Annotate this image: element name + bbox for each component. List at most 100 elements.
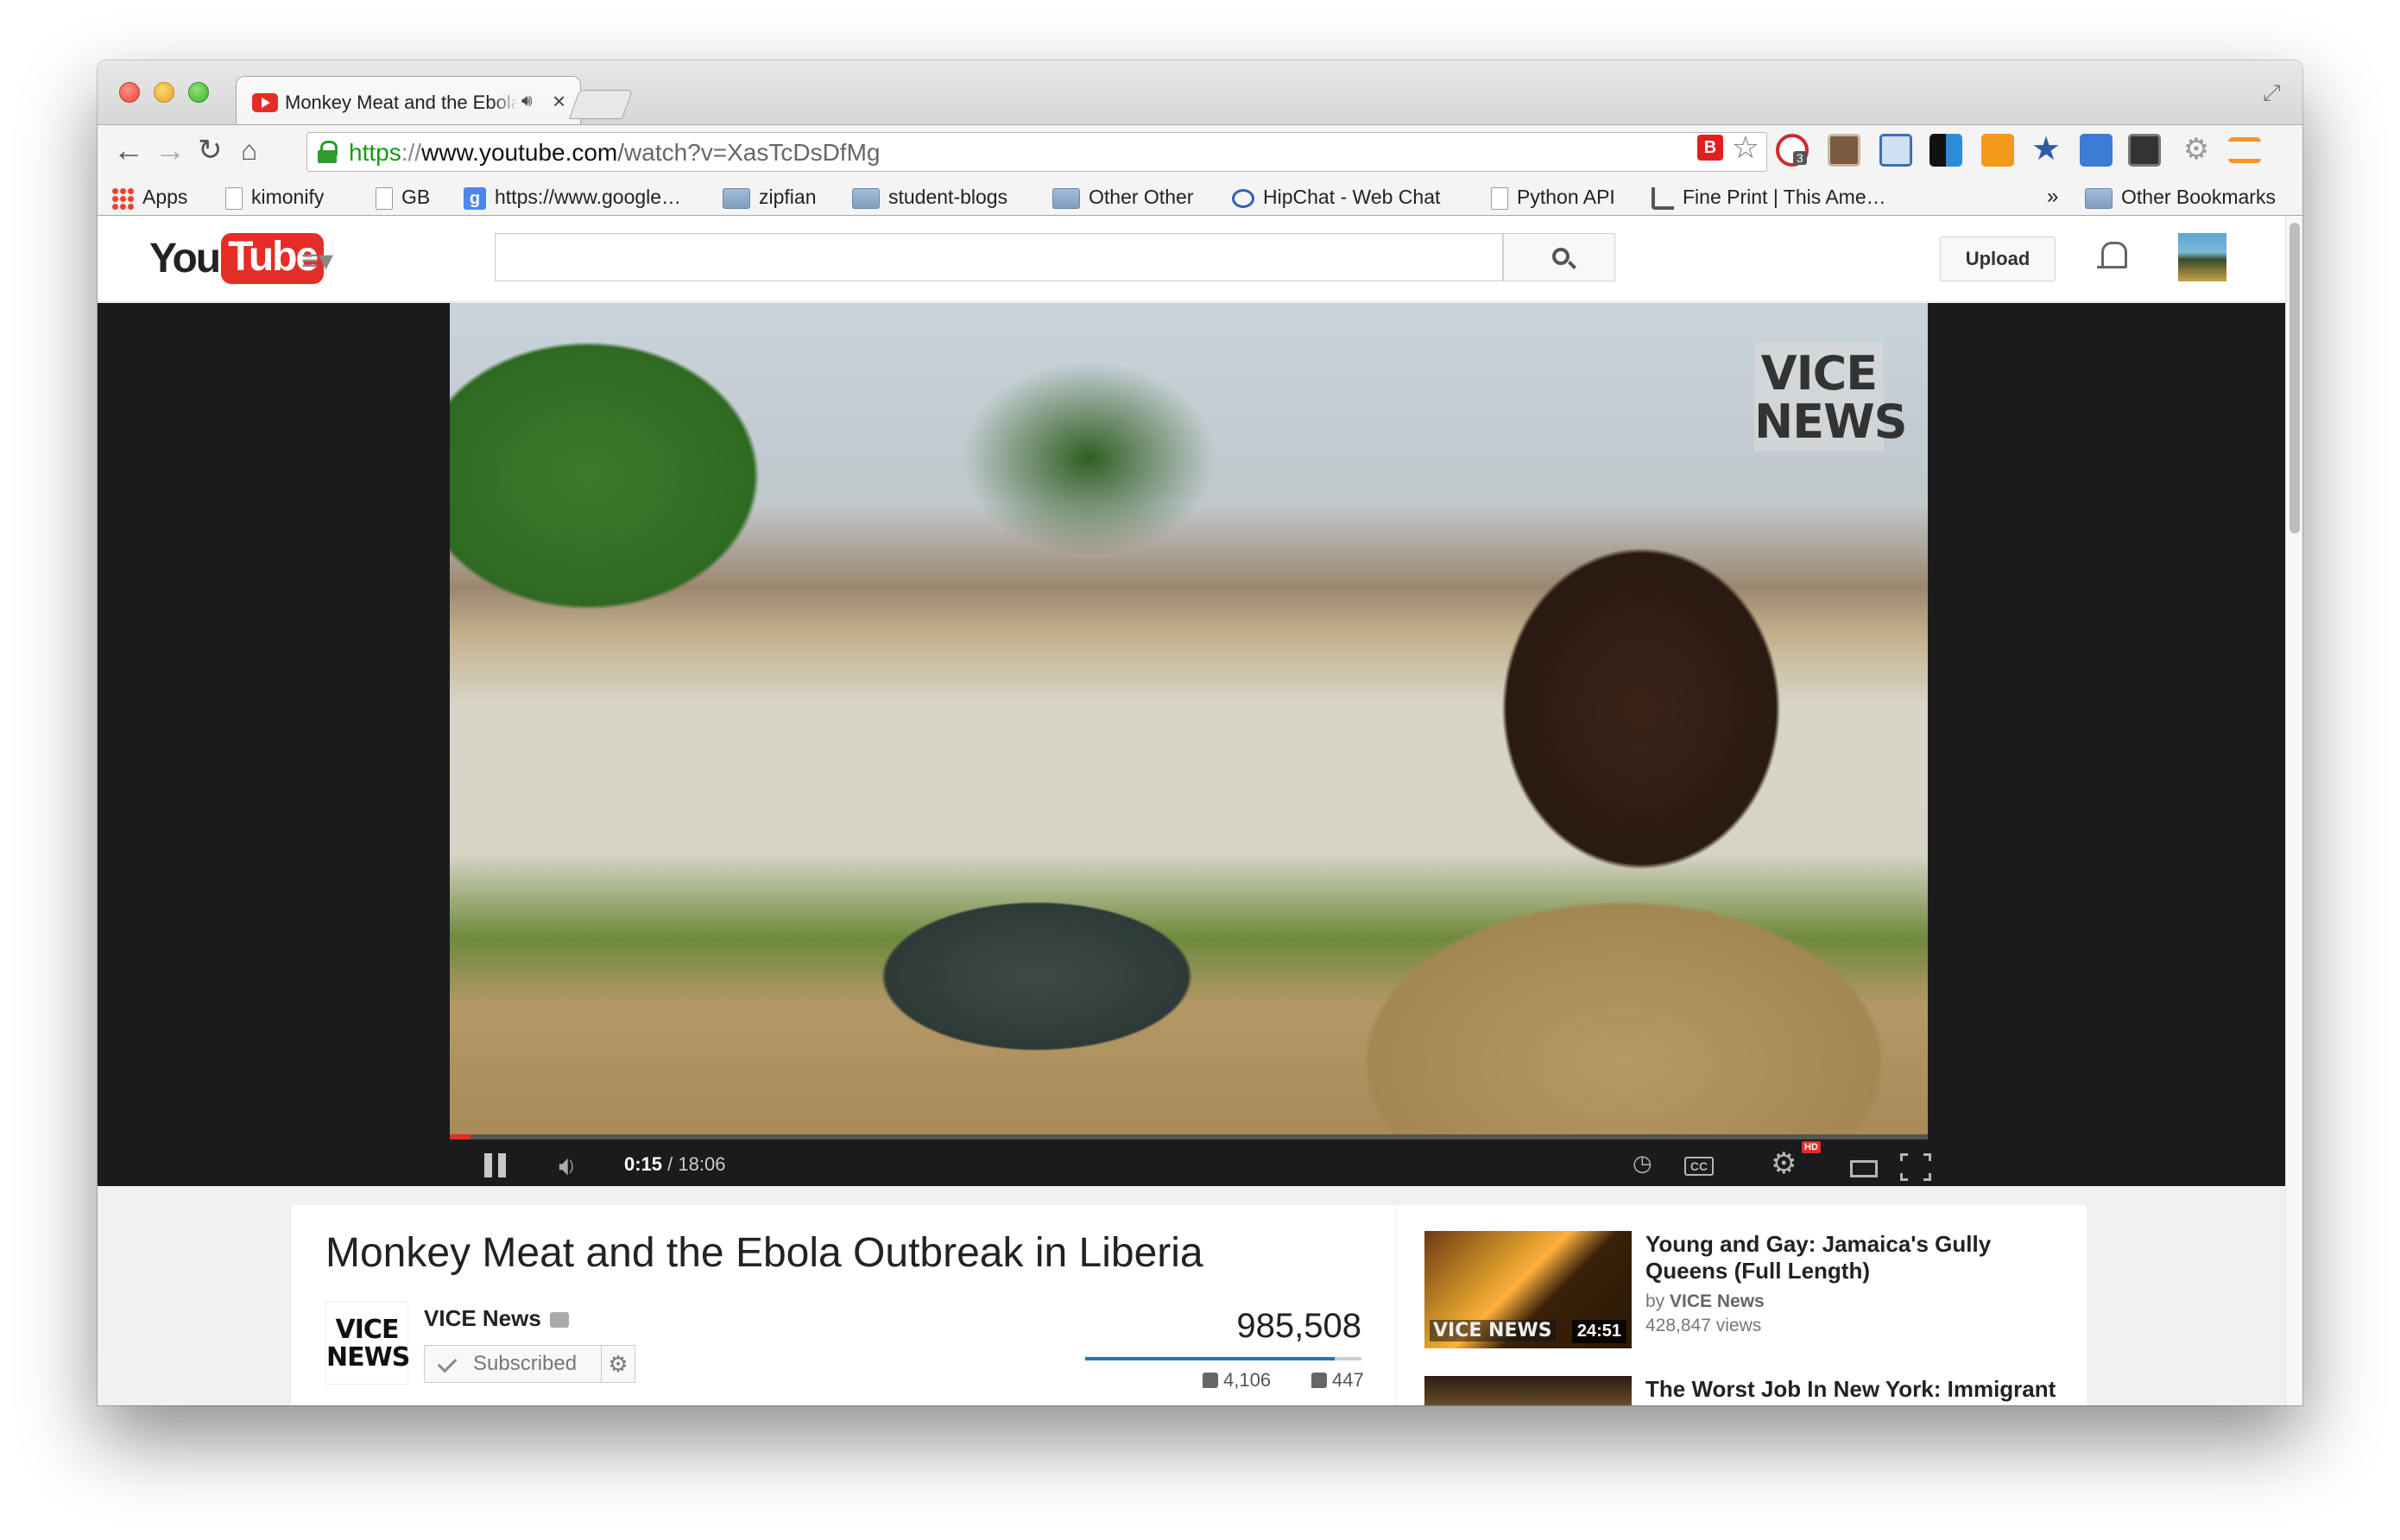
lock-icon [318, 141, 338, 163]
subscribe-label: Subscribed [473, 1352, 578, 1375]
youtube-logo[interactable]: You Tube [149, 233, 325, 284]
address-bar[interactable]: https://www.youtube.com/watch?v=XasTcDsD… [306, 129, 1767, 172]
bookmark-label: student-blogs [888, 186, 1008, 208]
search-input[interactable] [495, 233, 1503, 281]
bookmarks-bar: Apps kimonify GB g https://www.google… zi… [98, 176, 2302, 216]
wikipedia-icon[interactable] [2128, 134, 2161, 167]
star-extension-icon[interactable]: ★ [2030, 133, 2062, 167]
bookmark-label: kimonify [251, 186, 325, 208]
avatar[interactable] [2178, 233, 2226, 281]
pause-icon[interactable] [484, 1153, 507, 1177]
related-video-item[interactable]: VICE NEWS 24:51 Young and Gay: Jamaica's… [1424, 1231, 2063, 1352]
channel-logo-line: NEWS [326, 1342, 410, 1373]
channel-name[interactable]: VICE News [424, 1305, 569, 1332]
like-button[interactable]: 4,106 [1203, 1369, 1271, 1392]
settings-gear-icon[interactable]: ⚙ [1771, 1146, 1797, 1181]
tab-close-icon[interactable]: × [553, 88, 565, 115]
search-icon [1552, 248, 1569, 265]
zoom-window-button[interactable] [188, 82, 209, 103]
web-page: You Tube ≡▾ Upload VICE NEWS 🔉︎ 0:15 / 18:… [98, 216, 2285, 1405]
bookmark-kimonify[interactable]: kimonify [225, 184, 324, 210]
speaker-icon: 🔊︎ [521, 92, 533, 110]
watch-later-clock-icon[interactable]: ◷ [1633, 1150, 1652, 1177]
chrome-menu-icon[interactable] [2228, 137, 2261, 163]
rss-icon [1652, 186, 1674, 210]
bookmark-other-other[interactable]: Other Other [1052, 184, 1193, 210]
page-icon [225, 186, 243, 210]
video-frame[interactable]: VICE NEWS [450, 303, 1928, 1139]
video-thumbnail[interactable] [1424, 1376, 1632, 1405]
like-count: 4,106 [1223, 1369, 1272, 1391]
bookmark-zipfian[interactable]: zipfian [723, 184, 816, 210]
volume-icon[interactable]: 🔉︎ [559, 1150, 576, 1183]
bookmark-student-blogs[interactable]: student-blogs [852, 184, 1007, 210]
video-thumbnail[interactable]: VICE NEWS 24:51 [1424, 1231, 1632, 1348]
channel-link[interactable]: VICE News [1670, 1291, 1765, 1311]
calendar-icon[interactable] [2080, 134, 2113, 167]
url-text: https://www.youtube.com/watch?v=XasTcDsD… [349, 139, 881, 166]
reload-icon[interactable]: ↻ [198, 134, 223, 167]
related-video-item[interactable]: The Worst Job In New York: Immigrant [1424, 1376, 2063, 1405]
thumbs-up-icon [1203, 1373, 1218, 1388]
progress-bar[interactable] [450, 1134, 1928, 1139]
forward-arrow-icon[interactable]: → [155, 134, 186, 167]
close-window-button[interactable] [119, 82, 140, 103]
channel-logo[interactable]: VICE NEWS [325, 1302, 410, 1385]
bookmark-python-api[interactable]: Python API [1491, 184, 1615, 210]
video-title: Monkey Meat and the Ebola Outbreak in Li… [325, 1230, 1203, 1276]
player-controls: 🔉︎ 0:15 / 18:06 ◷ CC ⚙ HD [450, 1134, 1932, 1186]
logo-text-you: You [149, 236, 221, 281]
fullscreen-expand-icon[interactable]: ⤢ [2263, 79, 2287, 105]
browser-toolbar: ← → ↻ ⌂ https://www.youtube.com/watch?v=… [98, 124, 2302, 176]
bookmark-label: Other Other [1089, 186, 1194, 208]
channel-logo-line: VICE [335, 1315, 400, 1345]
channel-name-text: VICE News [424, 1305, 541, 1331]
gear-extension-icon[interactable]: ⚙ [2180, 134, 2213, 167]
delicious-icon[interactable] [1929, 134, 1962, 167]
bookmark-label: Python API [1517, 186, 1615, 208]
chat-icon [1232, 188, 1254, 208]
dislike-count: 447 [1332, 1369, 1364, 1391]
folder-icon [852, 187, 880, 209]
dislike-button[interactable]: 447 [1311, 1369, 1364, 1392]
browser-tab[interactable]: Monkey Meat and the Ebola Outbreak in Li… [236, 76, 581, 126]
amazon-icon[interactable] [1981, 134, 2014, 167]
pocket-star-icon[interactable] [1879, 134, 1912, 167]
bookmark-other-bookmarks[interactable]: Other Bookmarks [2085, 184, 2276, 210]
scrollbar-thumb[interactable] [2289, 223, 2300, 533]
bookmarks-overflow-chevron-icon[interactable]: » [2047, 184, 2058, 210]
bookmark-fine-print[interactable]: Fine Print | This Ame… [1652, 184, 2057, 210]
folder-icon [723, 187, 750, 209]
guide-menu-icon[interactable]: ≡▾ [301, 243, 333, 278]
related-video-title[interactable]: Young and Gay: Jamaica's Gully Queens (F… [1645, 1231, 2068, 1284]
progress-fill [450, 1134, 471, 1139]
watermark-line: NEWS [1754, 394, 1908, 449]
bookmark-gb[interactable]: GB [376, 184, 430, 210]
notification-bell-icon[interactable] [2097, 238, 2127, 276]
upload-button[interactable]: Upload [1940, 237, 2056, 281]
captions-icon[interactable]: CC [1684, 1157, 1714, 1176]
search-button[interactable] [1503, 233, 1615, 281]
bookmark-hipchat[interactable]: HipChat - Web Chat [1232, 184, 1440, 210]
theater-mode-icon[interactable] [1850, 1160, 1878, 1177]
bookmark-extension-icon[interactable]: B [1697, 135, 1723, 161]
related-videos-sidebar: VICE NEWS 24:51 Young and Gay: Jamaica's… [1396, 1205, 2087, 1405]
subscription-settings-gear-icon[interactable]: ⚙ [601, 1345, 635, 1383]
bookmark-star-icon[interactable]: ☆ [1732, 129, 1759, 166]
folder-icon [2085, 187, 2113, 209]
home-icon[interactable]: ⌂ [241, 134, 257, 167]
by-prefix: by [1645, 1291, 1671, 1311]
current-time: 0:15 [624, 1153, 663, 1175]
page-scrollbar[interactable] [2285, 216, 2302, 1405]
video-info-card: Monkey Meat and the Ebola Outbreak in Li… [291, 1205, 1396, 1405]
minimize-window-button[interactable] [154, 82, 174, 103]
apps-grid-icon [111, 186, 134, 210]
fullscreen-icon[interactable] [1899, 1152, 1932, 1182]
view-count: 985,508 [1236, 1307, 1361, 1345]
instagram-icon[interactable] [1828, 134, 1860, 167]
subscribed-button[interactable]: Subscribed [424, 1345, 602, 1383]
back-arrow-icon[interactable]: ← [113, 134, 144, 167]
bookmark-apps[interactable]: Apps [111, 184, 187, 210]
related-video-title[interactable]: The Worst Job In New York: Immigrant [1645, 1376, 2068, 1403]
new-tab-button[interactable] [568, 90, 634, 119]
